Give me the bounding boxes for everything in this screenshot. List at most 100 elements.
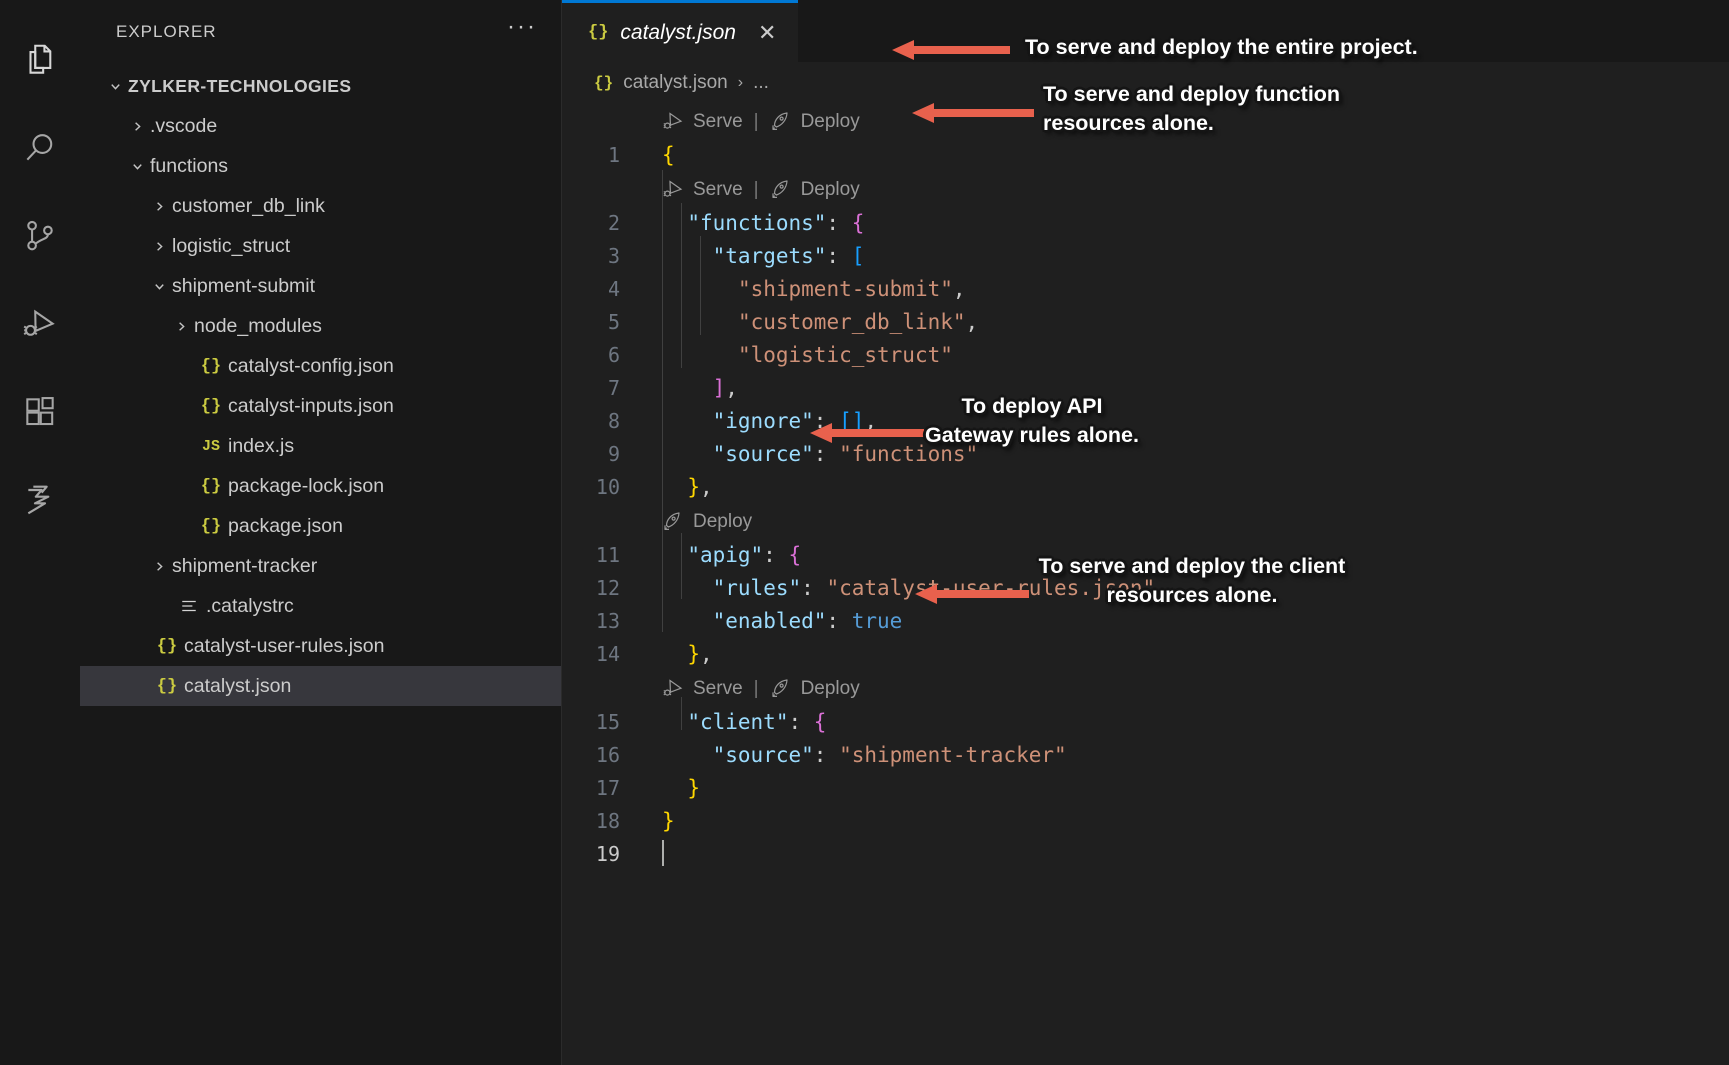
tree-item-catalystrc[interactable]: .catalystrc — [80, 586, 561, 626]
code-line: 15 "client": { — [562, 706, 1729, 739]
explorer-sidebar: EXPLORER ··· ZYLKER-TECHNOLOGIES .vscode… — [80, 0, 562, 1065]
codelens-serve-label[interactable]: Serve — [693, 105, 743, 138]
close-icon[interactable]: ✕ — [758, 21, 776, 44]
code-line-text: "ignore": [], — [712, 409, 878, 433]
line-number: 5 — [607, 310, 620, 334]
tree-item-package-json[interactable]: {} package.json — [80, 506, 561, 546]
more-actions-icon[interactable]: ··· — [507, 15, 537, 42]
breadcrumb: {} catalyst.json › ... — [562, 62, 1729, 104]
code-line-text: "source": "functions" — [712, 442, 979, 466]
code-line-text: ], — [712, 376, 738, 400]
code-line-text: }, — [687, 475, 713, 499]
code-line: 18} — [562, 805, 1729, 838]
tree-item-catalyst-config-json[interactable]: {} catalyst-config.json — [80, 346, 561, 386]
tree-item-shipment-submit[interactable]: shipment-submit — [80, 266, 561, 306]
code-line-text — [642, 838, 664, 871]
deploy-rocket-icon — [770, 111, 794, 133]
tree-item-node-modules[interactable]: node_modules — [80, 306, 561, 346]
json-file-icon: {} — [200, 476, 222, 496]
code-line-text: }, — [687, 642, 713, 666]
tree-item-package-lock-json[interactable]: {} package-lock.json — [80, 466, 561, 506]
code-content: 0Serve|Deploy1{0Serve|Deploy2 "functions… — [562, 104, 1729, 871]
codelens-deploy-label[interactable]: Deploy — [801, 105, 860, 138]
chevron-right-icon — [146, 559, 172, 574]
codelens-serve-label[interactable]: Serve — [693, 672, 743, 705]
tree-root-zylker-technologies[interactable]: ZYLKER-TECHNOLOGIES — [80, 66, 561, 106]
code-line: 13 "enabled": true — [562, 605, 1729, 638]
lens-functions[interactable]: Serve | Deploy — [642, 173, 860, 206]
codelens-separator: | — [753, 111, 759, 132]
tree-item-logistic-struct[interactable]: logistic_struct — [80, 226, 561, 266]
codelens-project[interactable]: Serve | Deploy — [642, 105, 860, 138]
codelens-deploy-label[interactable]: Deploy — [801, 173, 860, 206]
line-number: 4 — [607, 277, 620, 301]
tree-item-shipment-tracker[interactable]: shipment-tracker — [80, 546, 561, 586]
run-and-debug-icon[interactable] — [0, 280, 80, 368]
code-line: 17 } — [562, 772, 1729, 805]
tab-catalyst-json[interactable]: {} catalyst.json ✕ — [562, 0, 799, 62]
tree-item-label: catalyst.json — [184, 674, 292, 697]
deploy-rocket-icon — [770, 179, 794, 201]
line-number: 19 — [595, 842, 620, 866]
code-line: 11 "apig": { — [562, 539, 1729, 572]
line-number: 15 — [595, 710, 620, 734]
activity-bar — [0, 0, 80, 1065]
codelens-serve-label[interactable]: Serve — [693, 173, 743, 206]
code-line: 5 "customer_db_link", — [562, 306, 1729, 339]
codelens-deploy-label[interactable]: Deploy — [801, 672, 860, 705]
source-control-icon[interactable] — [0, 192, 80, 280]
tree-item-customer-db-link[interactable]: customer_db_link — [80, 186, 561, 226]
extensions-icon[interactable] — [0, 368, 80, 456]
tree-item-catalyst-inputs-json[interactable]: {} catalyst-inputs.json — [80, 386, 561, 426]
indent-guide — [700, 236, 701, 335]
line-number: 11 — [595, 543, 620, 567]
tree-item-catalyst-json[interactable]: {} catalyst.json — [80, 666, 561, 706]
lens-client[interactable]: Serve | Deploy — [642, 672, 860, 705]
tree-item-catalyst-user-rules-json[interactable]: {} catalyst-user-rules.json — [80, 626, 561, 666]
tree-item-functions[interactable]: functions — [80, 146, 561, 186]
json-file-icon: {} — [156, 636, 178, 656]
tree-item-vscode[interactable]: .vscode — [80, 106, 561, 146]
tree-item-label: catalyst-config.json — [228, 354, 394, 377]
chevron-right-icon — [146, 239, 172, 254]
search-icon[interactable] — [0, 104, 80, 192]
breadcrumb-file[interactable]: catalyst.json — [623, 72, 728, 94]
code-editor[interactable]: 0Serve|Deploy1{0Serve|Deploy2 "functions… — [562, 104, 1729, 1065]
breadcrumb-more[interactable]: ... — [753, 72, 769, 94]
code-line: 8 "ignore": [], — [562, 405, 1729, 438]
chevron-down-icon — [124, 159, 150, 174]
line-number: 10 — [595, 475, 620, 499]
tree-item-index-js[interactable]: JS index.js — [80, 426, 561, 466]
code-line-text: "source": "shipment-tracker" — [712, 743, 1067, 767]
tree-item-label: node_modules — [194, 314, 322, 337]
catalyst-icon[interactable] — [0, 456, 80, 544]
codelens-deploy-label[interactable]: Deploy — [693, 505, 752, 538]
serve-debug-icon — [662, 678, 686, 700]
lens-apig[interactable]: Deploy — [642, 505, 752, 538]
codelens-separator: | — [753, 179, 759, 200]
line-number: 16 — [595, 743, 620, 767]
code-line: 14 }, — [562, 638, 1729, 671]
tree-item-label: functions — [150, 154, 229, 177]
gutter-spacer: 0 — [562, 505, 642, 538]
chevron-right-icon — [146, 199, 172, 214]
page-title: EXPLORER — [116, 22, 217, 41]
tree-item-label: shipment-submit — [172, 274, 316, 297]
line-number: 2 — [607, 211, 620, 235]
line-number: 13 — [595, 609, 620, 633]
code-line-text: "customer_db_link", — [737, 310, 979, 334]
gutter-spacer: 0 — [562, 105, 642, 138]
json-file-icon: {} — [594, 74, 614, 92]
json-file-icon: {} — [588, 23, 609, 42]
line-number: 1 — [607, 143, 620, 167]
code-line: 7 ], — [562, 372, 1729, 405]
vscode-window: EXPLORER ··· ZYLKER-TECHNOLOGIES .vscode… — [0, 0, 1729, 1065]
chevron-right-icon: › — [737, 74, 744, 91]
code-line: 2 "functions": { — [562, 207, 1729, 240]
explorer-icon[interactable] — [0, 16, 80, 104]
code-line-text: "logistic_struct" — [737, 343, 953, 367]
code-line: 19 — [562, 838, 1729, 871]
code-line-text: "rules": "catalyst-user-rules.json", — [712, 576, 1168, 600]
chevron-right-icon — [124, 119, 150, 134]
json-file-icon: {} — [200, 356, 222, 376]
